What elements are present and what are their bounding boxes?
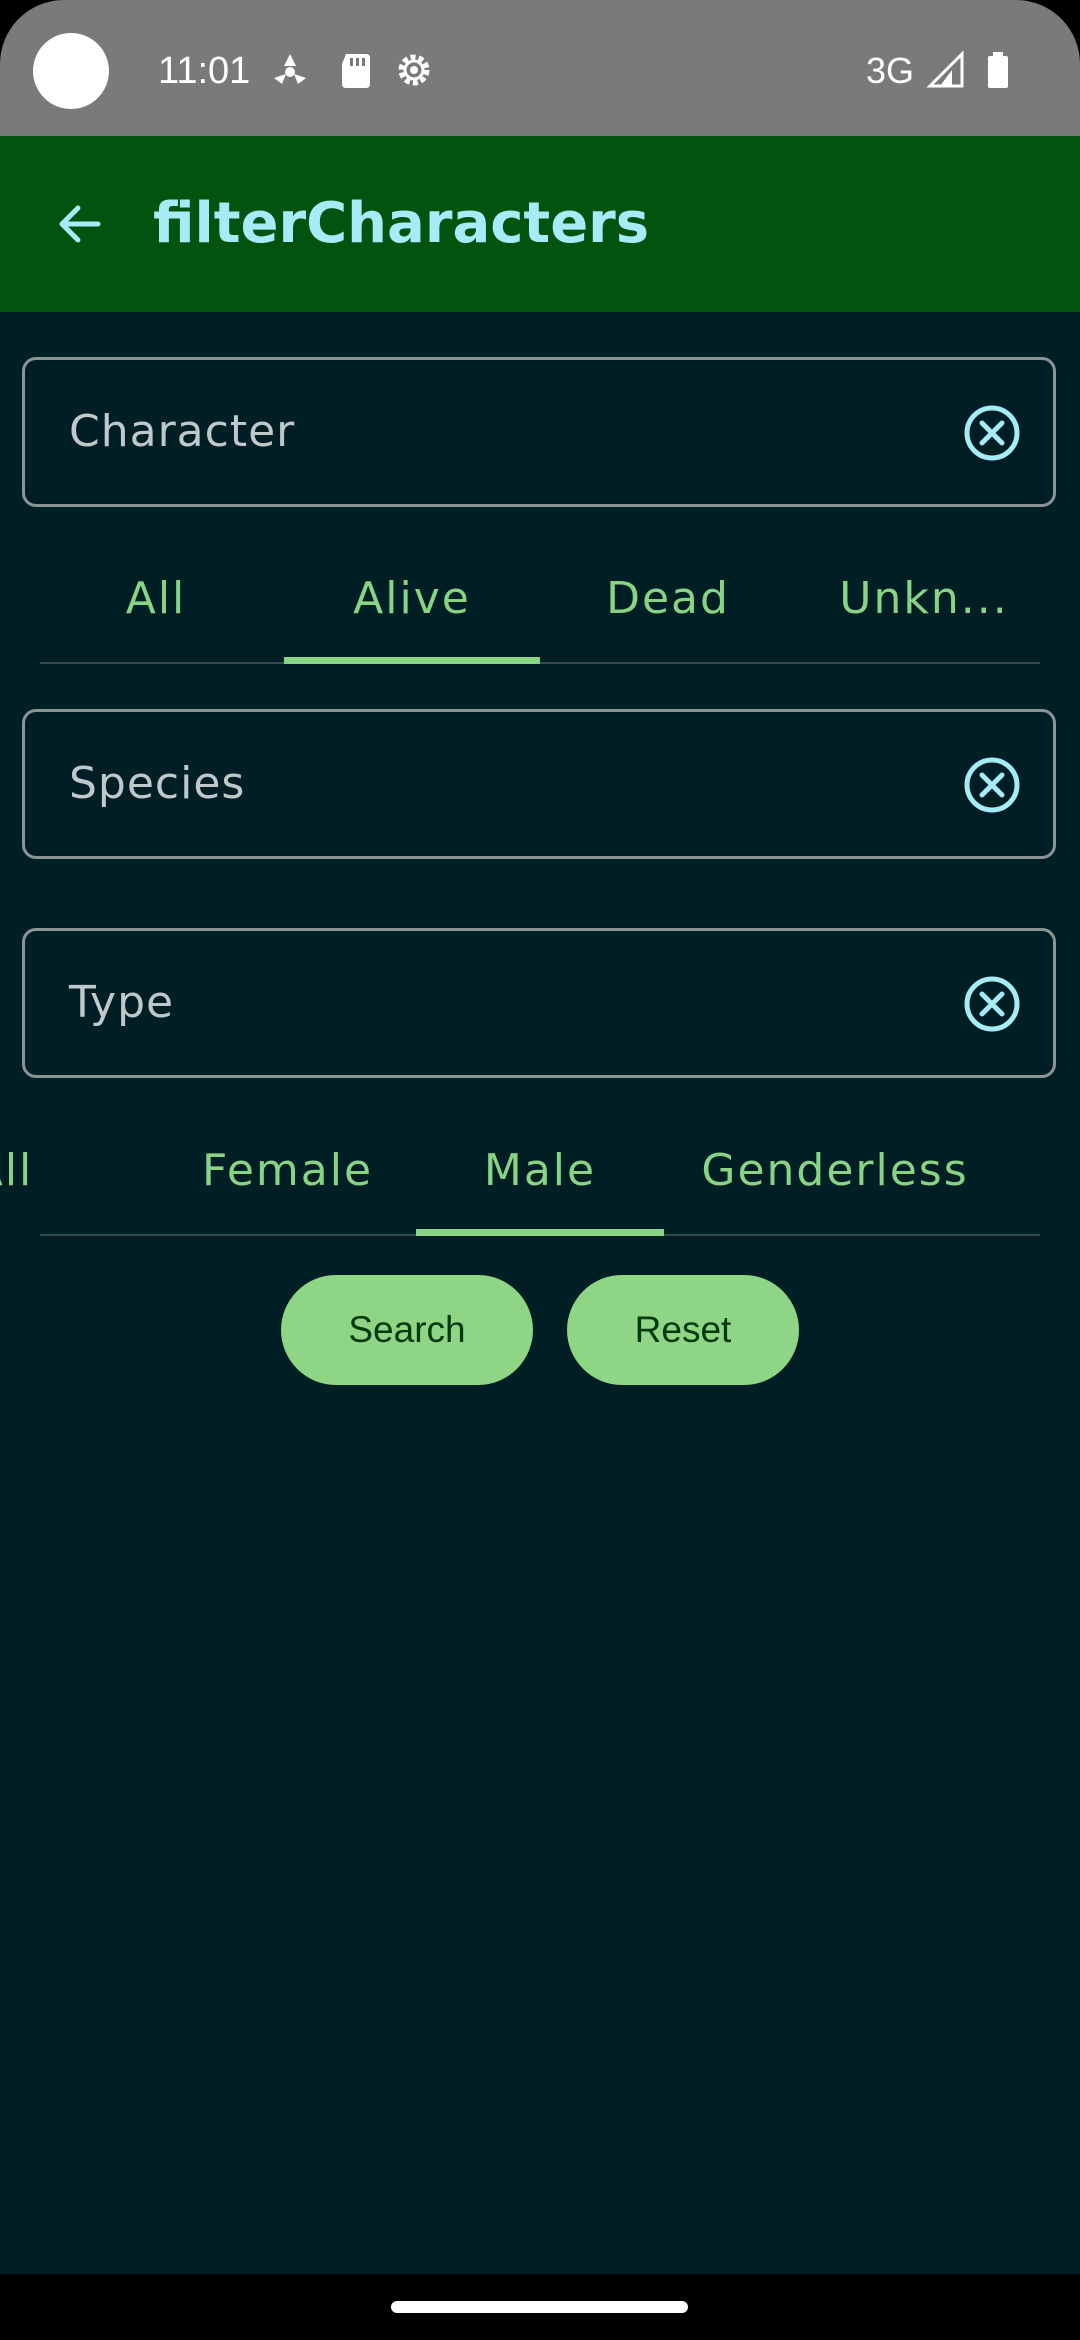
fan-icon <box>274 54 306 84</box>
type-placeholder: Type <box>69 977 175 1028</box>
tab-gender-all[interactable]: All <box>0 1116 68 1226</box>
tab-gender-all-clip: All <box>0 1116 80 1226</box>
species-placeholder: Species <box>69 758 246 809</box>
gender-tab-indicator <box>416 1229 664 1236</box>
tab-gender-female[interactable]: Female <box>175 1116 400 1226</box>
tab-status-all[interactable]: All <box>28 544 284 654</box>
sd-card-icon <box>342 54 370 88</box>
status-tabs: All Alive Dead Unkn... <box>0 544 1080 664</box>
home-indicator[interactable] <box>391 2301 688 2313</box>
screen: 11:01 3G filterCharacters Character All … <box>0 0 1080 2340</box>
type-field[interactable]: Type <box>22 928 1056 1078</box>
gender-tabs: All Female Male Genderless <box>0 1116 1080 1236</box>
clear-character-icon[interactable] <box>963 404 1021 462</box>
status-tab-indicator <box>284 657 540 664</box>
tab-status-alive[interactable]: Alive <box>284 544 540 654</box>
reset-button[interactable]: Reset <box>567 1275 799 1385</box>
species-field[interactable]: Species <box>22 709 1056 859</box>
battery-icon <box>988 52 1008 88</box>
tab-gender-male[interactable]: Male <box>416 1116 664 1226</box>
search-button[interactable]: Search <box>281 1275 533 1385</box>
back-button[interactable] <box>40 184 120 264</box>
settings-gear-icon <box>398 54 430 86</box>
camera-cutout <box>33 33 109 109</box>
tab-status-dead[interactable]: Dead <box>540 544 796 654</box>
clear-species-icon[interactable] <box>963 756 1021 814</box>
tab-divider <box>40 662 1040 664</box>
tab-gender-genderless[interactable]: Genderless <box>690 1116 980 1226</box>
clear-type-icon[interactable] <box>963 975 1021 1033</box>
arrow-left-icon <box>59 205 101 243</box>
signal-icon <box>926 50 964 88</box>
app-bar: filterCharacters <box>0 136 1080 312</box>
network-type: 3G <box>866 50 915 91</box>
character-placeholder: Character <box>69 406 296 457</box>
page-title: filterCharacters <box>153 191 650 256</box>
status-bar: 11:01 3G <box>0 0 1080 136</box>
character-field[interactable]: Character <box>22 357 1056 507</box>
status-time: 11:01 <box>158 50 251 92</box>
tab-status-unknown[interactable]: Unkn... <box>796 544 1052 654</box>
